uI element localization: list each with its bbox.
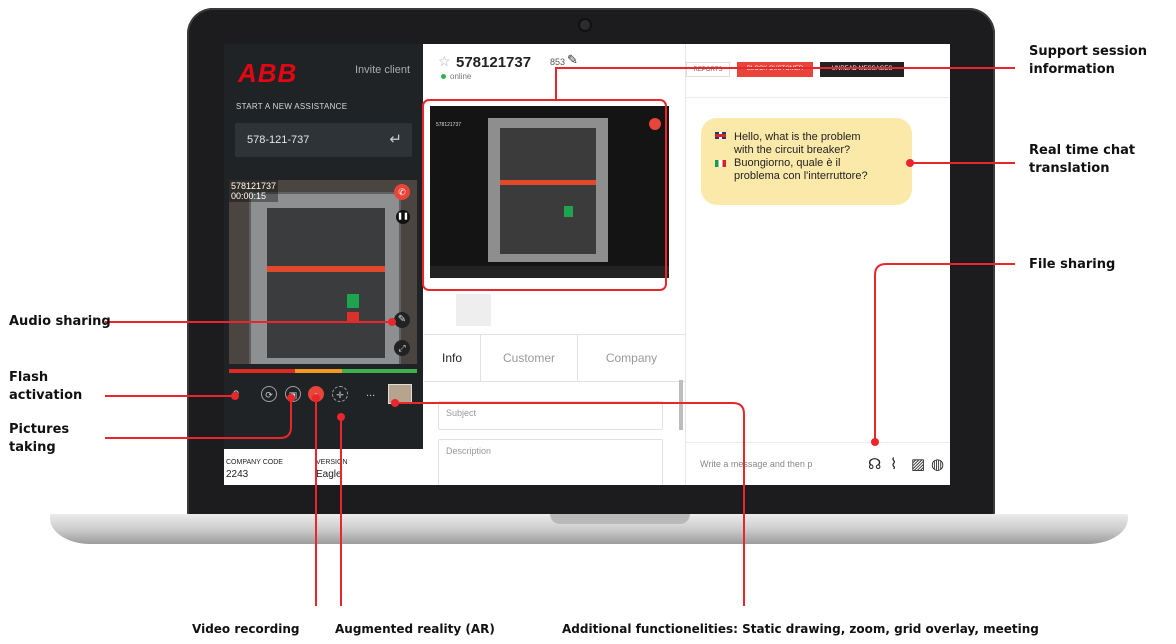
annotation-lines: [105, 67, 1015, 606]
label-file-sharing: File sharing: [1029, 257, 1116, 272]
stage: ABB Invite client START A NEW ASSISTANCE…: [0, 0, 1176, 644]
label-pictures-taking: Pictures taking: [9, 422, 70, 455]
label-video-recording: Video recording: [192, 622, 300, 636]
label-augmented-reality: Augmented reality (AR): [335, 622, 495, 636]
label-flash-activation: Flash activation: [9, 370, 83, 403]
label-support-session: Support session information: [1029, 44, 1147, 77]
label-audio-sharing: Audio sharing: [9, 314, 111, 329]
label-additional: Additional functionelities: Static drawi…: [562, 622, 1039, 636]
label-realtime-chat: Real time chat translation: [1029, 143, 1136, 176]
